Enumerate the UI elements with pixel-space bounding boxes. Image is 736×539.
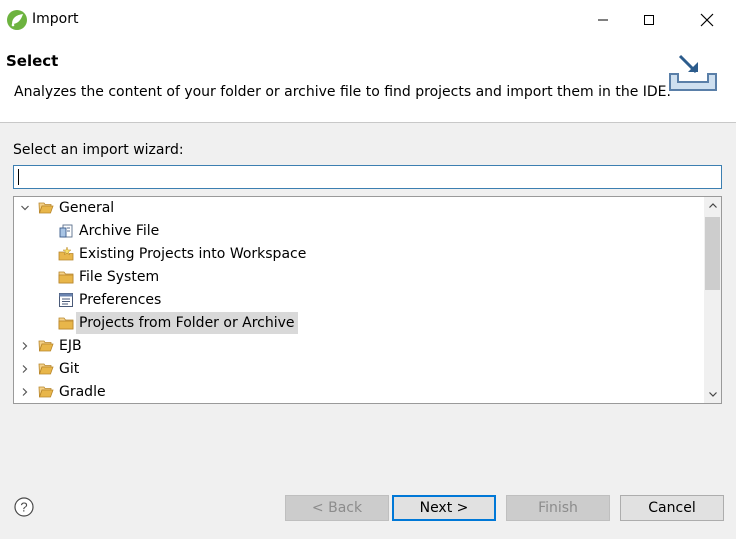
scroll-down-button[interactable]	[704, 385, 721, 403]
collapsed-chevron-icon[interactable]	[18, 381, 32, 403]
chevron-up-icon	[708, 203, 717, 208]
existing-projects-icon	[58, 246, 74, 261]
scrollbar-thumb[interactable]	[705, 217, 720, 290]
close-button[interactable]	[684, 0, 730, 40]
tree-item-label: Projects from Folder or Archive	[76, 312, 298, 334]
tree-item-label: File System	[79, 269, 160, 285]
minimize-icon	[598, 19, 608, 21]
tree-item-label: Git	[59, 361, 80, 377]
minimize-button[interactable]	[580, 0, 626, 40]
back-button[interactable]: < Back	[285, 495, 389, 521]
tree-item-label: General	[59, 200, 115, 216]
close-icon	[700, 13, 714, 27]
window-title: Import	[32, 11, 79, 27]
preferences-icon	[59, 293, 73, 307]
collapsed-chevron-icon[interactable]	[18, 335, 32, 357]
header-banner: Select Analyzes the content of your fold…	[0, 40, 736, 123]
wizard-filter-input[interactable]	[13, 165, 722, 189]
finish-button[interactable]: Finish	[506, 495, 610, 521]
tree-item-label: Archive File	[79, 223, 160, 239]
page-title: Select	[6, 52, 59, 70]
chevron-down-icon	[708, 392, 717, 397]
folder-open-icon	[38, 202, 54, 214]
maximize-icon	[644, 15, 654, 25]
folder-icon	[58, 271, 74, 284]
expanded-chevron-icon[interactable]	[18, 197, 32, 219]
page-description: Analyzes the content of your folder or a…	[14, 84, 671, 100]
folder-icon	[58, 317, 74, 330]
collapsed-chevron-icon[interactable]	[18, 358, 32, 380]
tree-item-label: EJB	[59, 338, 82, 354]
wizard-tree[interactable]: General Archive File Existing Projects i…	[13, 196, 722, 404]
tree-item-label: Gradle	[59, 384, 106, 400]
folder-open-icon	[38, 386, 54, 398]
spring-logo-icon	[7, 10, 27, 30]
import-wizard-icon	[669, 54, 717, 91]
help-icon[interactable]: ?	[14, 497, 34, 517]
title-bar: Import	[0, 0, 736, 40]
text-caret	[18, 169, 19, 185]
scroll-up-button[interactable]	[704, 197, 721, 215]
tree-item-label: Existing Projects into Workspace	[79, 246, 307, 262]
svg-text:?: ?	[20, 500, 27, 515]
folder-open-icon	[38, 340, 54, 352]
cancel-button[interactable]: Cancel	[620, 495, 724, 521]
folder-open-icon	[38, 363, 54, 375]
tree-item-label: Preferences	[79, 292, 162, 308]
wizard-label: Select an import wizard:	[13, 142, 184, 158]
maximize-button[interactable]	[626, 0, 672, 40]
next-button[interactable]: Next >	[392, 495, 496, 521]
archive-file-icon	[59, 224, 73, 238]
tree-scrollbar[interactable]	[704, 197, 721, 403]
